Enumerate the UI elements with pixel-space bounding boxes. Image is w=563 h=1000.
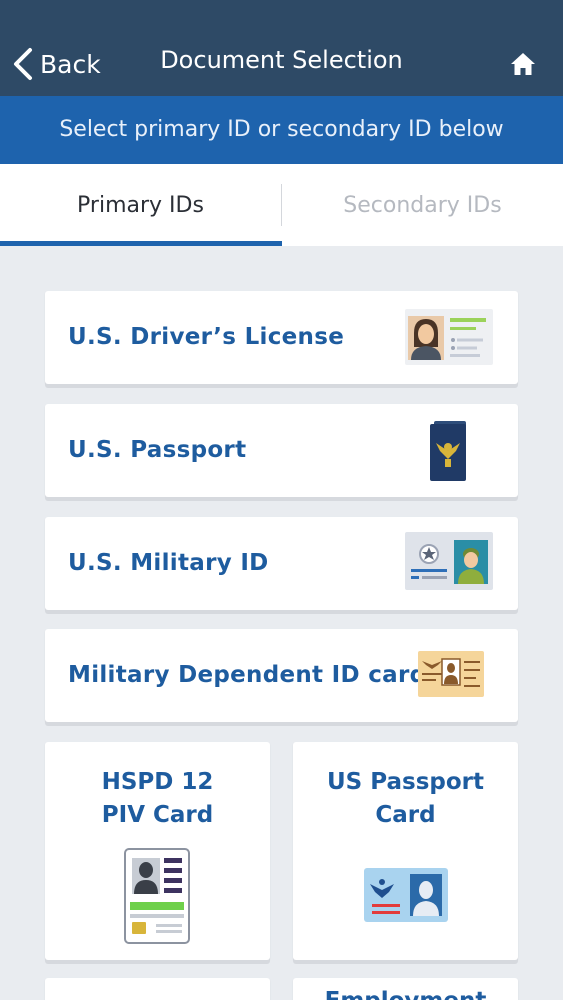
drivers-license-icon [405,309,493,365]
document-label: HSPD 12 PIV Card [101,769,214,828]
piv-card-icon [124,848,190,944]
document-card-partial[interactable] [45,978,270,1000]
dependent-id-icon [418,651,484,697]
document-label: US Passport Card [327,769,484,828]
document-label: Employment [293,988,518,1000]
id-tabs: Primary IDs Secondary IDs [0,164,563,246]
tab-secondary-ids[interactable]: Secondary IDs [282,164,563,246]
passport-card-icon [364,868,448,922]
document-card-military-dependent-id[interactable]: Military Dependent ID card [45,629,518,722]
document-card-employment[interactable]: Employment [293,978,518,1000]
document-card-drivers-license[interactable]: U.S. Driver’s License [45,291,518,384]
military-id-icon [405,532,493,590]
document-card-passport[interactable]: U.S. Passport [45,404,518,497]
home-icon [511,53,535,75]
tab-primary-ids[interactable]: Primary IDs [0,164,281,246]
document-label: U.S. Passport [68,437,247,463]
passport-icon [430,421,466,481]
document-card-military-id[interactable]: U.S. Military ID [45,517,518,610]
document-label: U.S. Driver’s License [68,324,345,350]
page-title: Document Selection [160,46,403,74]
top-bar: Back Document Selection [0,0,563,96]
active-tab-indicator [0,241,282,246]
document-card-piv-card[interactable]: HSPD 12 PIV Card [45,742,270,960]
document-card-passport-card[interactable]: US Passport Card [293,742,518,960]
document-label: U.S. Military ID [68,550,269,576]
home-button[interactable] [509,50,537,78]
instruction-banner: Select primary ID or secondary ID below [0,96,563,164]
document-label: Military Dependent ID card [68,662,427,688]
